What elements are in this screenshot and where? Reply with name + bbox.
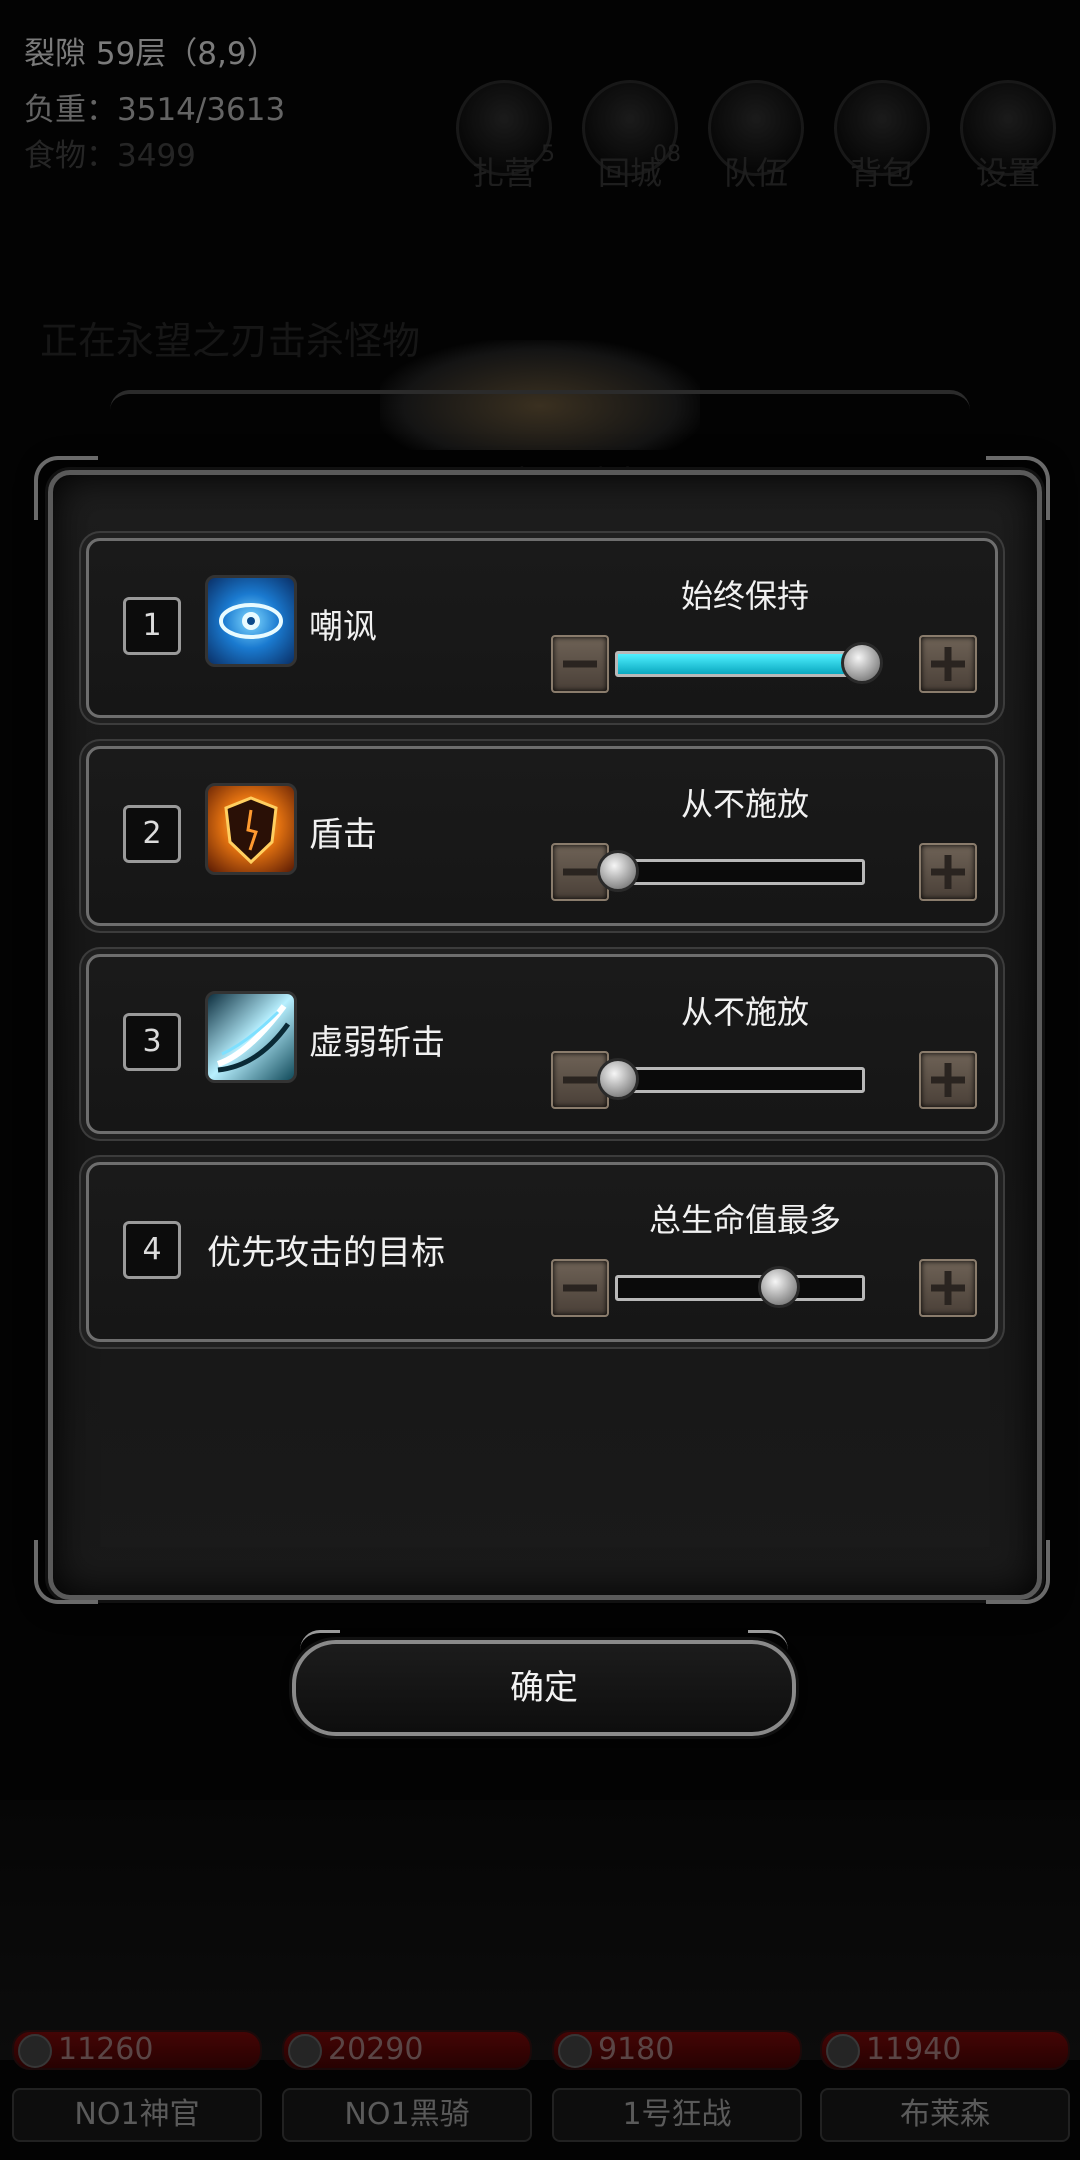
- taunt-eye-icon: [205, 575, 297, 667]
- increase-button[interactable]: [919, 843, 977, 901]
- row-number: 2: [123, 805, 181, 863]
- slider-knob[interactable]: [841, 642, 883, 684]
- slider-fill: [618, 1278, 779, 1298]
- minus-icon: [563, 1284, 597, 1292]
- corner-ornament: [34, 1540, 98, 1604]
- minus-icon: [563, 1076, 597, 1084]
- decrease-button[interactable]: [551, 635, 609, 693]
- setting-slider[interactable]: [615, 1266, 865, 1308]
- slider-knob[interactable]: [597, 850, 639, 892]
- row-number: 3: [123, 1013, 181, 1071]
- corner-ornament: [34, 456, 98, 520]
- confirm-button[interactable]: 确定: [292, 1630, 796, 1736]
- skill-row: 2 盾击 从不施放: [86, 746, 998, 926]
- weakening-slash-icon: [205, 991, 297, 1083]
- increase-button[interactable]: [919, 1051, 977, 1109]
- decrease-button[interactable]: [551, 1259, 609, 1317]
- skill-row: 3 虚弱斩击 从不施放: [86, 954, 998, 1134]
- setting-value: 总生命值最多: [648, 1201, 841, 1239]
- row-number: 4: [123, 1221, 181, 1279]
- setting-slider[interactable]: [615, 642, 883, 684]
- increase-button[interactable]: [919, 635, 977, 693]
- setting-value: 从不施放: [680, 785, 809, 823]
- dialog-top-ornament-line: [110, 390, 970, 434]
- setting-value: 从不施放: [680, 993, 809, 1031]
- slider-knob[interactable]: [758, 1266, 801, 1308]
- skill-name: 嘲讽: [309, 607, 377, 647]
- minus-icon: [563, 868, 597, 876]
- shield-bash-icon: [205, 783, 297, 875]
- slider-knob[interactable]: [597, 1058, 639, 1100]
- skill-name: 虚弱斩击: [309, 1023, 445, 1063]
- corner-ornament: [986, 456, 1050, 520]
- corner-ornament: [986, 1540, 1050, 1604]
- target-priority-row: 4 优先攻击的目标 总生命值最多: [86, 1162, 998, 1342]
- minus-icon: [563, 660, 597, 668]
- slider-fill: [618, 654, 862, 674]
- setting-slider[interactable]: [597, 1058, 865, 1100]
- setting-value: 始终保持: [680, 577, 809, 615]
- setting-slider[interactable]: [597, 850, 865, 892]
- increase-button[interactable]: [919, 1259, 977, 1317]
- skill-row: 1 嘲讽 始终保持: [86, 538, 998, 718]
- target-priority-label: 优先攻击的目标: [207, 1233, 445, 1273]
- skill-name: 盾击: [309, 815, 377, 855]
- row-number: 1: [123, 597, 181, 655]
